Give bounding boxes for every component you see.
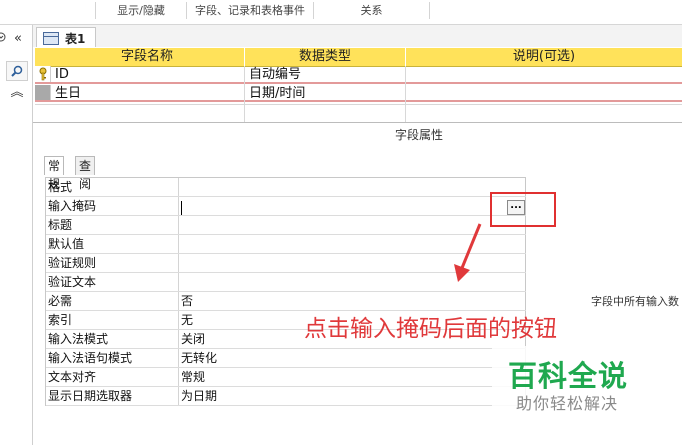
- column-header-data-type[interactable]: 数据类型: [245, 48, 405, 67]
- column-header-field-name[interactable]: 字段名称: [50, 48, 244, 67]
- ribbon-group-events: 字段、记录和表格事件: [195, 4, 305, 17]
- property-value[interactable]: 否: [181, 292, 193, 310]
- property-label: 默认值: [48, 237, 85, 251]
- row-highlight-line: [35, 82, 682, 84]
- property-label: 输入掩码: [48, 199, 97, 213]
- table-icon: [43, 32, 59, 45]
- tab-lookup[interactable]: 查阅: [75, 156, 96, 191]
- property-value[interactable]: 无转化: [181, 349, 217, 367]
- property-sheet: 格式 输入掩码 标题 默认值 验证规则 验证文本 必需 否 索引 无 输入法模式 关闭…: [45, 177, 526, 406]
- collapse-pane-button[interactable]: «: [8, 29, 28, 49]
- property-label: 输入法语句模式: [48, 351, 133, 365]
- ribbon: 显示/隐藏 字段、记录和表格事件 关系: [0, 0, 682, 25]
- ribbon-separator: [429, 2, 430, 19]
- property-help-text: 字段中所有输入数: [591, 295, 679, 308]
- property-label: 验证文本: [48, 275, 97, 289]
- tab-table1[interactable]: 表1: [36, 27, 96, 48]
- nav-dropdown-icon[interactable]: [0, 29, 8, 49]
- row-highlight-line: [35, 100, 682, 102]
- section-divider: [33, 122, 682, 123]
- grid-divider: [405, 66, 406, 122]
- property-label: 文本对齐: [48, 370, 97, 384]
- property-value[interactable]: 为日期: [181, 387, 217, 405]
- property-row-input-mask[interactable]: 输入掩码: [46, 197, 526, 216]
- property-label: 输入法模式: [48, 332, 109, 346]
- navigation-pane: « ︽: [0, 25, 33, 445]
- expand-groups-icon[interactable]: ︽: [2, 83, 32, 103]
- field-name-cell[interactable]: ID: [55, 66, 243, 83]
- property-label: 标题: [48, 218, 73, 232]
- tab-general[interactable]: 常规: [44, 156, 65, 191]
- data-type-cell[interactable]: 自动编号: [249, 66, 404, 83]
- property-label: 格式: [48, 180, 73, 194]
- grid-divider: [35, 104, 682, 105]
- ribbon-group-show-hide: 显示/隐藏: [117, 4, 165, 17]
- text-cursor: [181, 201, 182, 215]
- annotation-arrow: [454, 223, 482, 282]
- property-row-text-align[interactable]: 文本对齐 常规: [46, 368, 526, 387]
- property-label: 显示日期选取器: [48, 389, 133, 403]
- row-selector[interactable]: [35, 66, 51, 82]
- primary-key-icon: [39, 67, 47, 81]
- property-row-show-date-picker[interactable]: 显示日期选取器 为日期: [46, 387, 526, 406]
- column-header-description[interactable]: 说明(可选): [406, 48, 682, 67]
- search-icon[interactable]: [6, 61, 28, 81]
- property-label: 验证规则: [48, 256, 97, 270]
- grid-corner: [35, 48, 50, 67]
- row-selector-selected[interactable]: [35, 85, 51, 101]
- property-value[interactable]: 常规: [181, 368, 205, 386]
- property-value[interactable]: 无: [181, 311, 193, 329]
- tab-label: 表1: [65, 32, 86, 46]
- property-row-ime-sentence-mode[interactable]: 输入法语句模式 无转化: [46, 349, 526, 368]
- ribbon-group-relationships: 关系: [360, 4, 383, 17]
- grid-divider: [244, 66, 245, 122]
- property-label: 必需: [48, 294, 73, 308]
- property-value[interactable]: 关闭: [181, 330, 205, 348]
- document-tab-bar: [33, 25, 682, 48]
- instruction-annotation: 点击输入掩码后面的按钮: [304, 316, 557, 342]
- property-row-format[interactable]: 格式: [46, 178, 526, 197]
- field-properties-caption: 字段属性: [395, 128, 444, 142]
- watermark-subtitle: 助你轻松解决: [516, 394, 619, 413]
- watermark-title: 百科全说: [508, 359, 629, 393]
- property-label: 索引: [48, 313, 73, 327]
- highlight-box: [490, 192, 556, 227]
